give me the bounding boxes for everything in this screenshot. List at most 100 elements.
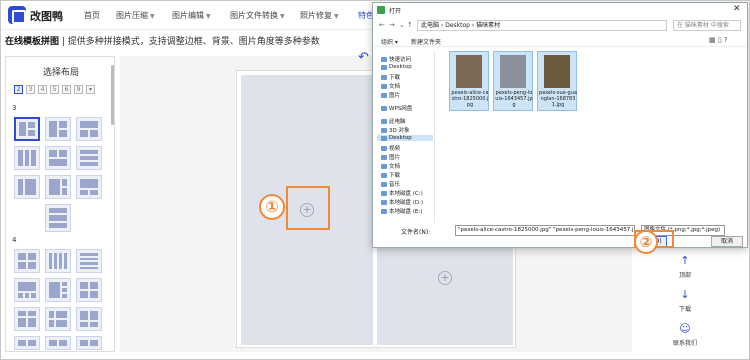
arrow-up-icon: ↑ [680,254,690,267]
nav-tree-item[interactable]: 3D 对象 [381,126,409,134]
nav-tree-item[interactable]: 下载 [381,171,400,179]
count-option[interactable]: 5 [50,85,59,94]
star-icon [381,56,387,62]
cat-thumbnail [500,55,526,88]
download-icon: ↓ [680,288,690,301]
file-item[interactable]: pexels-sue-guanglan-1687831.jpg [537,51,577,111]
file-list: pexels-alice-castro-1825000.jpg pexels-p… [443,49,743,221]
nav-tree-item[interactable]: 图片 [381,153,400,161]
up-arrow-icon[interactable]: ↑ [407,21,413,29]
forward-arrow-icon[interactable]: → [389,21,395,29]
new-folder-button[interactable]: 新建文件夹 [411,37,441,46]
nav-item-repair[interactable]: 照片修复 ▼ [300,10,339,21]
brand-name: 改图鸭 [30,10,63,23]
layout-tile[interactable] [14,146,40,170]
file-item[interactable]: pexels-alice-castro-1825000.jpg [449,51,489,111]
video-icon [381,145,387,151]
panel-scrollbar[interactable] [111,65,114,125]
filename-label: 文件名(N): [401,229,431,236]
download-icon [381,172,387,178]
open-file-dialog: 打开 ✕ ← → ⌄ ↑ 此电脑 › Desktop › 猫咪素材 在 猫咪素材… [372,2,748,248]
drive-icon [381,199,387,205]
layout-tile[interactable] [45,278,71,302]
undo-icon[interactable]: ↶ [358,50,369,65]
nav-item-compress[interactable]: 图片压缩 ▼ [116,10,155,21]
chevron-down-icon: ▼ [150,13,155,20]
cloud-icon [381,105,387,111]
folder-icon [381,64,387,70]
cancel-button[interactable]: 取消 [711,236,743,247]
layout-tile[interactable] [45,336,71,350]
nav-tree-item[interactable]: 图片 [381,91,400,99]
count-option[interactable]: 6 [62,85,71,94]
nav-tree-item[interactable]: 下载 [381,73,400,81]
nav-tree-item[interactable]: 文档 [381,162,400,170]
layout-tile[interactable] [14,278,40,302]
filename-row: 文件名(N): "pexels-alice-castro-1825000.jpg… [377,225,747,237]
file-name: pexels-alice-castro-1825000.jpg [451,90,489,108]
count-option[interactable]: 2 [14,85,23,94]
add-image-icon[interactable]: + [438,271,452,285]
layout-tile[interactable] [76,336,102,350]
cat-thumbnail [456,55,482,88]
back-arrow-icon[interactable]: ← [379,21,385,29]
layout-panel: 选择布局 2 3 4 5 6 9 ▾ 3 4 [5,56,115,352]
layout-tile[interactable] [45,175,71,199]
contact-button[interactable]: ☺ 联系我们 [655,322,715,347]
address-bar: ← → ⌄ ↑ 此电脑 › Desktop › 猫咪素材 在 猫咪素材 中搜索 [377,19,743,33]
layout-tile[interactable] [14,175,40,199]
count-more[interactable]: ▾ [86,85,95,94]
count-option[interactable]: 4 [38,85,47,94]
count-option[interactable]: 9 [74,85,83,94]
search-input[interactable]: 在 猫咪素材 中搜索 [673,20,741,31]
chevron-down-icon[interactable]: ⌄ [399,21,405,29]
nav-tree-item[interactable]: 文档 [381,82,400,90]
file-item[interactable]: pexels-peng-louis-1643457.jpg [493,51,533,111]
nav-item-home[interactable]: 首页 [84,10,100,21]
nav-tree-item[interactable]: 此电脑 [381,117,406,125]
filename-input[interactable]: "pexels-alice-castro-1825000.jpg" "pexel… [455,225,635,236]
nav-tree-item[interactable]: 快速访问 [381,55,411,63]
nav-tree-item-selected[interactable]: Desktop [377,135,433,141]
cat-thumbnail [544,55,570,88]
right-toolbar: ↑ 顶部 ↓ 下载 ☺ 联系我们 [640,250,740,350]
drive-icon [381,190,387,196]
download-icon [381,74,387,80]
count-option[interactable]: 3 [26,85,35,94]
nav-tree-item[interactable]: 本地磁盘 (E:) [381,207,422,215]
nav-item-convert[interactable]: 图片文件转换 ▼ [230,10,285,21]
layout-tile[interactable] [45,307,71,331]
chevron-down-icon: ▼ [206,13,211,20]
download-button[interactable]: ↓ 下载 [655,288,715,313]
nav-tree-item[interactable]: 本地磁盘 (D:) [381,198,423,206]
organize-menu[interactable]: 组织 ▾ [381,37,398,46]
layout-tile[interactable] [14,249,40,273]
nav-tree-item[interactable]: Desktop [381,64,412,70]
layout-tile[interactable] [76,175,102,199]
view-options-icon[interactable]: ▦ ▯ ? [709,36,728,44]
nav-tree-item[interactable]: 本地磁盘 (C:) [381,189,423,197]
nav-tree-item[interactable]: 音乐 [381,180,400,188]
close-icon[interactable]: ✕ [733,4,741,14]
layout-tile[interactable] [76,146,102,170]
layout-tile[interactable] [45,146,71,170]
page-title: 在线模板拼图 | 提供多种拼接模式，支持调整边框、背景、图片角度等多种参数 [5,37,320,47]
nav-tree-item[interactable]: WPS网盘 [381,104,412,112]
back-to-top-button[interactable]: ↑ 顶部 [655,254,715,279]
layout-tile[interactable] [76,278,102,302]
folder-icon [381,135,387,141]
chevron-down-icon: ▼ [334,13,339,20]
layout-tile[interactable] [14,307,40,331]
layout-tile[interactable] [14,117,40,141]
layout-tile[interactable] [76,117,102,141]
nav-tree-item[interactable]: 视频 [381,144,400,152]
layout-tile[interactable] [45,204,71,232]
layout-tile[interactable] [45,117,71,141]
duck-logo-icon [8,6,26,24]
layout-tile[interactable] [76,249,102,273]
path-input[interactable]: 此电脑 › Desktop › 猫咪素材 [417,20,667,31]
layout-tile[interactable] [14,336,40,350]
layout-tile[interactable] [76,307,102,331]
layout-tile[interactable] [45,249,71,273]
nav-item-edit[interactable]: 图片编辑 ▼ [172,10,211,21]
